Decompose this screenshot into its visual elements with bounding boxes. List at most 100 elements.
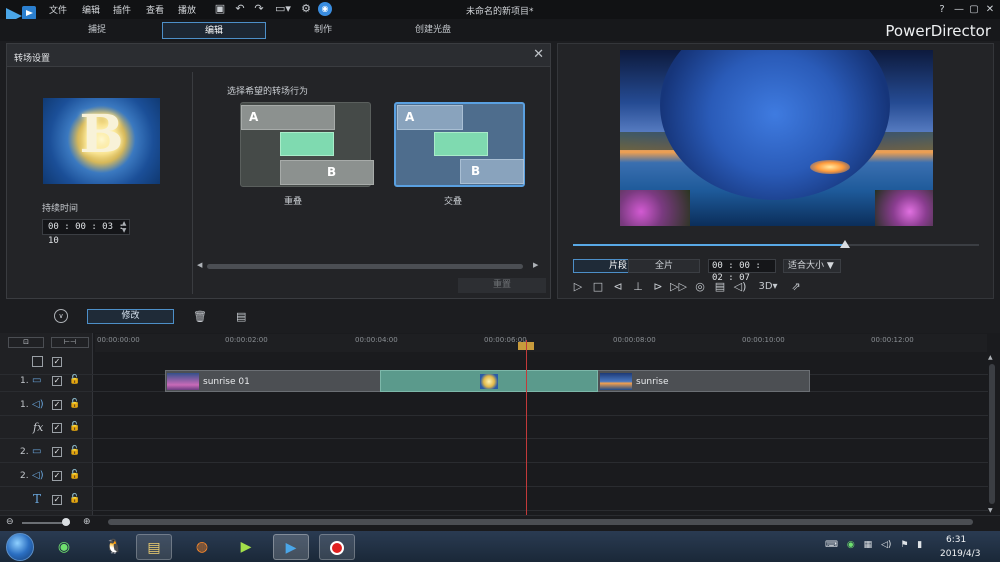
playhead[interactable]	[526, 340, 527, 515]
minimize-button[interactable]: —	[952, 3, 966, 16]
3d-mode-button[interactable]: 3D▾	[756, 280, 780, 294]
prev-frame-icon[interactable]: ⊲	[610, 280, 626, 294]
menu-view[interactable]: 查看	[146, 3, 164, 16]
screen-mode-icon[interactable]: ▭▾	[272, 2, 294, 16]
popout-icon[interactable]: ⇗	[788, 280, 804, 294]
fit-size-dropdown[interactable]: 适合大小 ▼	[783, 259, 841, 273]
full-mode-button[interactable]: 全片	[628, 259, 700, 273]
tab-edit[interactable]: 编辑	[162, 22, 266, 39]
transition-clip[interactable]	[380, 370, 598, 392]
volume-icon[interactable]: ◁)	[732, 280, 748, 294]
tab-create-disc[interactable]: 创建光盘	[381, 22, 485, 39]
track-enable-checkbox[interactable]: ✓	[52, 357, 62, 367]
fast-forward-icon[interactable]: ▷▷	[670, 280, 687, 294]
seek-handle[interactable]	[840, 240, 851, 248]
360-browser-icon[interactable]: ◉	[46, 534, 82, 560]
network-icon[interactable]: ▦	[864, 540, 873, 550]
tab-produce[interactable]: 制作	[271, 22, 375, 39]
tab-capture[interactable]: 捕捉	[45, 22, 149, 39]
track-enable-checkbox[interactable]: ✓	[52, 376, 62, 386]
preview-video[interactable]	[620, 50, 933, 226]
zoom-out-icon[interactable]: ⊖	[6, 517, 14, 527]
clip-b-block: B	[460, 159, 524, 184]
profile-badge-icon[interactable]: ◉	[318, 2, 332, 16]
chevron-down-icon[interactable]: ∨	[54, 309, 68, 323]
option-overlap[interactable]: A B	[240, 102, 374, 187]
settings-gear-icon[interactable]: ⚙	[299, 2, 313, 16]
horizontal-scrollbar[interactable]: ◀ ▶	[197, 261, 545, 271]
track-enable-checkbox[interactable]: ✓	[52, 471, 62, 481]
lock-icon[interactable]: 🔓	[69, 494, 80, 504]
menu-file[interactable]: 文件	[49, 3, 67, 16]
edit-list-icon[interactable]: ▤	[236, 310, 246, 323]
duration-input[interactable]: 00 : 00 : 03 : 10	[42, 219, 130, 246]
subtitle-icon[interactable]: ▤	[712, 280, 728, 294]
undo-icon[interactable]: ↶	[233, 2, 247, 16]
scroll-down-icon[interactable]: ▼	[988, 507, 993, 514]
menu-edit[interactable]: 编辑	[82, 3, 100, 16]
option-crossfade-label: 交叠	[444, 197, 463, 207]
ruler-tick: 00:00:00:00	[97, 336, 140, 344]
snapshot-icon[interactable]: ◎	[692, 280, 708, 294]
track-enable-checkbox[interactable]: ✓	[52, 447, 62, 457]
clock-time[interactable]: 6:31	[946, 535, 966, 545]
track-number: 1.	[20, 376, 29, 386]
signal-icon[interactable]: ▮	[917, 540, 922, 550]
save-icon[interactable]: ▣	[213, 2, 227, 16]
wechat-icon[interactable]: ◉	[847, 540, 855, 550]
app-launcher-icon[interactable]: ▶	[228, 534, 264, 560]
zoom-slider-handle[interactable]	[62, 518, 70, 526]
fit-timeline-icon[interactable]: ⊢⊣	[51, 337, 89, 348]
scrollbar-thumb[interactable]	[989, 364, 995, 504]
scrollbar-thumb[interactable]	[207, 264, 523, 269]
timeline-horizontal-scrollbar[interactable]	[108, 519, 973, 525]
volume-icon[interactable]: ◁)	[881, 540, 891, 550]
duration-spinner[interactable]: ▲ ▼	[119, 220, 129, 234]
clip-thumbnail	[167, 373, 199, 390]
track-enable-checkbox[interactable]: ✓	[52, 423, 62, 433]
help-button[interactable]: ?	[935, 3, 949, 16]
track-enable-checkbox[interactable]: ✓	[52, 400, 62, 410]
restore-button[interactable]: ▢	[967, 3, 981, 16]
lock-icon[interactable]: 🔓	[69, 422, 80, 432]
lock-icon[interactable]: 🔓	[69, 470, 80, 480]
clock-date[interactable]: 2019/4/3	[940, 549, 980, 559]
reset-button[interactable]: 重置	[458, 278, 546, 293]
menu-plugins[interactable]: 插件	[113, 3, 131, 16]
keyboard-icon[interactable]: ⌨	[825, 540, 838, 550]
vertical-scrollbar[interactable]: ▲ ▼	[988, 354, 996, 516]
timecode-display[interactable]: 00 : 00 : 02 : 07	[708, 259, 776, 283]
modify-button[interactable]: 修改	[87, 309, 174, 324]
scroll-right-icon[interactable]: ▶	[533, 261, 538, 269]
close-icon[interactable]: ✕	[533, 47, 544, 62]
close-button[interactable]: ✕	[983, 3, 997, 16]
lock-icon[interactable]: 🔓	[69, 375, 80, 385]
track-manager-icon[interactable]: ⊡	[8, 337, 44, 348]
stop-icon[interactable]: □	[590, 280, 606, 294]
scroll-left-icon[interactable]: ◀	[197, 261, 202, 269]
mark-icon[interactable]: ⊥	[630, 280, 646, 294]
trash-icon[interactable]: 🗑	[193, 310, 207, 323]
firefox-icon[interactable]: ◍	[184, 534, 220, 560]
screen-recorder-icon[interactable]	[319, 534, 355, 560]
play-icon[interactable]: ▷	[570, 280, 586, 294]
redo-icon[interactable]: ↷	[252, 2, 266, 16]
file-explorer-icon[interactable]: ▤	[136, 534, 172, 560]
start-button[interactable]	[6, 533, 34, 561]
chevron-up-icon[interactable]: ▲	[119, 220, 129, 227]
track-enable-checkbox[interactable]: ✓	[52, 495, 62, 505]
option-crossfade[interactable]: A B	[394, 102, 525, 187]
qq-icon[interactable]: 🐧	[96, 534, 132, 560]
select-all-icon[interactable]	[32, 356, 43, 367]
transition-icon	[480, 374, 498, 389]
lock-icon[interactable]: 🔓	[69, 399, 80, 409]
lock-icon[interactable]: 🔓	[69, 446, 80, 456]
powerdirector-taskbar-icon[interactable]: ▶	[273, 534, 309, 560]
scroll-up-icon[interactable]: ▲	[988, 354, 993, 361]
menu-play[interactable]: 播放	[178, 3, 196, 16]
zoom-in-icon[interactable]: ⊕	[83, 517, 91, 527]
chevron-down-icon[interactable]: ▼	[119, 227, 129, 234]
next-frame-icon[interactable]: ⊳	[650, 280, 666, 294]
video-sunset	[810, 160, 850, 174]
flag-icon[interactable]: ⚑	[900, 540, 908, 550]
